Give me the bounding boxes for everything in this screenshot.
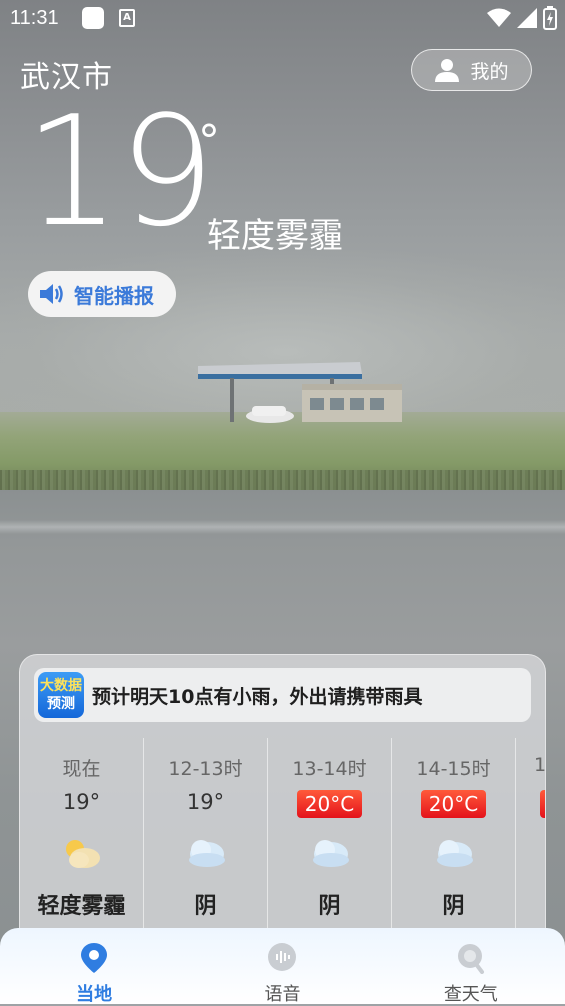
hour-temp	[516, 790, 545, 818]
cloud-icon	[436, 840, 473, 867]
user-icon	[435, 59, 460, 82]
hourly-forecast-card: 大数据 预测 预计明天10点有小雨，外出请携带雨具 现在 19° 轻度雾霾 12…	[19, 654, 546, 954]
hour-condition: 阴	[442, 894, 465, 919]
notification-icon	[82, 7, 104, 29]
nav-local[interactable]: 当地	[0, 928, 188, 1005]
smart-broadcast-button[interactable]: 智能播报	[28, 271, 176, 317]
current-condition: 轻度雾霾	[207, 216, 343, 256]
gas-station-illustration	[198, 362, 402, 423]
bottom-navigation: 当地 语音 查天气	[0, 928, 565, 1005]
hour-temp: 19°	[62, 790, 101, 814]
speaker-icon	[40, 284, 63, 304]
search-weather-icon	[457, 944, 484, 974]
road-reflection	[0, 520, 565, 534]
hour-item[interactable]: 1	[516, 738, 546, 953]
alert-text: 预计明天10点有小雨，外出请携带雨具	[92, 685, 423, 708]
hour-condition: 阴	[318, 894, 341, 919]
hot-temp-badge: 20°C	[420, 790, 487, 818]
nav-label: 当地	[76, 984, 113, 1005]
a-icon: A	[119, 9, 135, 27]
hour-label: 1	[534, 754, 546, 776]
hour-item[interactable]: 12-13时 19° 阴	[144, 738, 268, 953]
nav-label: 查天气	[443, 984, 498, 1005]
current-temperature: 19	[24, 83, 215, 260]
hour-label: 12-13时	[168, 758, 243, 780]
hour-item[interactable]: 现在 19° 轻度雾霾	[20, 738, 144, 953]
wifi-icon	[487, 8, 511, 27]
partly-sunny-icon	[65, 840, 100, 868]
hour-label: 现在	[62, 758, 101, 780]
nav-label: 语音	[264, 984, 301, 1005]
badge-line1: 大数据	[40, 678, 82, 694]
hour-temp: 20°C	[268, 790, 391, 818]
hour-temp: 19°	[186, 790, 225, 814]
nav-voice[interactable]: 语音	[188, 928, 376, 1005]
hour-label: 14-15时	[416, 758, 491, 780]
hot-temp-badge: 20°C	[296, 790, 363, 818]
hour-item[interactable]: 14-15时 20°C 阴	[392, 738, 516, 953]
cloud-icon	[312, 840, 349, 867]
location-icon	[81, 943, 108, 973]
profile-label: 我的	[470, 60, 509, 83]
cloud-icon	[188, 840, 225, 867]
status-bar: 11:31 A	[0, 0, 565, 38]
hourly-list[interactable]: 现在 19° 轻度雾霾 12-13时 19° 阴 13-14时 20°C 阴 1…	[20, 738, 546, 953]
voice-icon	[268, 943, 297, 971]
broadcast-label: 智能播报	[74, 283, 154, 308]
profile-button[interactable]: 我的	[411, 49, 532, 91]
degree-symbol: °	[198, 116, 220, 167]
hot-temp-badge	[540, 790, 545, 818]
hour-condition: 阴	[194, 894, 217, 919]
nav-search-weather[interactable]: 查天气	[377, 928, 565, 1005]
status-time: 11:31	[10, 7, 59, 29]
signal-icon	[517, 8, 537, 28]
forecast-alert-banner[interactable]: 大数据 预测 预计明天10点有小雨，外出请携带雨具	[34, 668, 531, 722]
big-data-badge: 大数据 预测	[38, 672, 84, 718]
hour-label: 13-14时	[292, 758, 367, 780]
hour-temp: 20°C	[392, 790, 515, 818]
hour-condition: 轻度雾霾	[37, 894, 126, 919]
badge-line2: 预测	[47, 696, 75, 712]
hour-item[interactable]: 13-14时 20°C 阴	[268, 738, 392, 953]
battery-icon	[543, 6, 557, 30]
